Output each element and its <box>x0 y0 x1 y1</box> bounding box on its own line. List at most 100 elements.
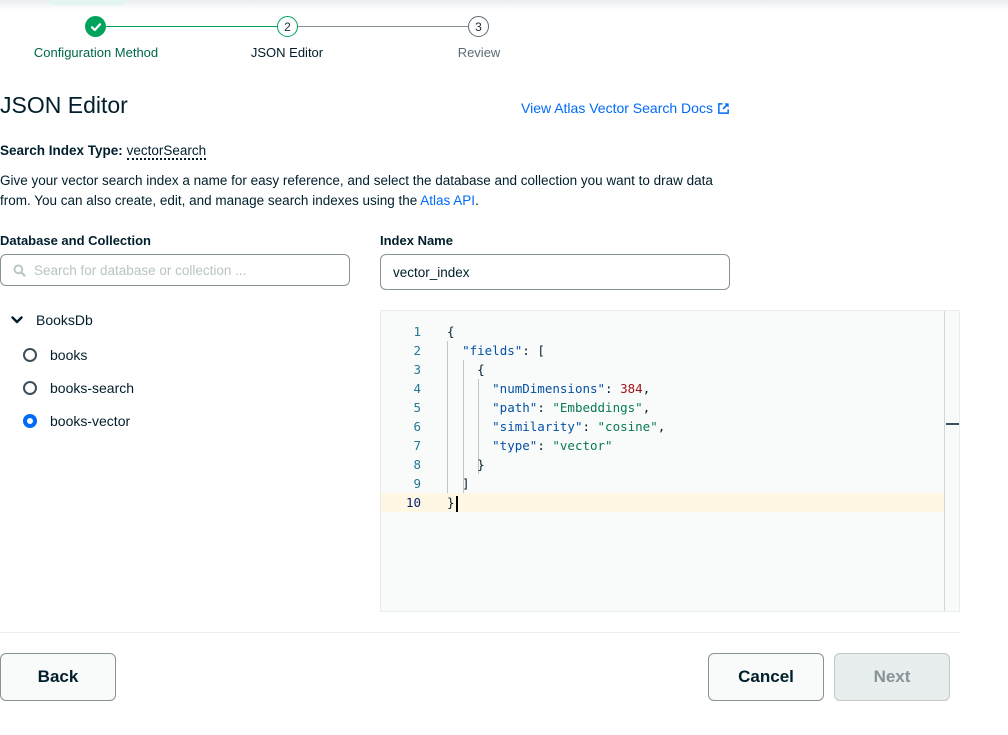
description-text: Give your vector search index a name for… <box>0 173 713 208</box>
description: Give your vector search index a name for… <box>0 171 740 211</box>
collection-name: books-vector <box>50 413 131 429</box>
code-token: : [ <box>522 343 545 358</box>
step-connector-upcoming <box>298 26 469 27</box>
line-content: ] <box>447 474 470 493</box>
index-type-value[interactable]: vectorSearch <box>126 143 207 160</box>
line-number: 8 <box>413 457 421 472</box>
index-type-label: Search Index Type: <box>0 143 123 158</box>
code-line[interactable]: 5 "path": "Embeddings", <box>381 398 945 417</box>
line-number: 2 <box>413 343 421 358</box>
line-content: "fields": [ <box>447 341 545 360</box>
collection-option[interactable]: books <box>23 347 87 363</box>
step-2-indicator: 2 <box>277 16 298 37</box>
collection-search-input[interactable] <box>34 262 334 278</box>
external-link-icon <box>718 102 729 114</box>
radio-button[interactable] <box>23 381 37 395</box>
code-token: "Embeddings" <box>552 400 643 415</box>
next-button[interactable]: Next <box>834 653 950 701</box>
checkmark-icon <box>90 22 101 31</box>
step-1-indicator <box>85 16 106 37</box>
editor-scrollbar[interactable] <box>944 311 959 611</box>
code-token: : <box>537 438 553 453</box>
code-line[interactable]: 1{ <box>381 322 945 341</box>
index-name-input[interactable] <box>393 255 713 289</box>
code-token: "cosine" <box>597 419 658 434</box>
code-line[interactable]: 4 "numDimensions": 384, <box>381 379 945 398</box>
database-collection-label: Database and Collection <box>0 233 151 248</box>
line-number: 6 <box>413 419 421 434</box>
top-shadow-bar <box>0 0 1008 10</box>
text-cursor <box>455 495 458 512</box>
back-button[interactable]: Back <box>0 653 116 701</box>
code-line[interactable]: 3 { <box>381 360 945 379</box>
collection-search-field[interactable] <box>0 254 350 286</box>
code-line[interactable]: 7 "type": "vector" <box>381 436 945 455</box>
page-title: JSON Editor <box>0 92 128 118</box>
search-icon <box>13 264 26 277</box>
line-content: } <box>447 455 485 474</box>
line-content: } <box>447 493 458 512</box>
line-number: 9 <box>413 476 421 491</box>
code-token: "similarity" <box>492 419 583 434</box>
code-line[interactable]: 2 "fields": [ <box>381 341 945 360</box>
database-name: BooksDb <box>36 312 93 328</box>
index-name-label: Index Name <box>380 233 453 248</box>
code-token: 384 <box>620 381 643 396</box>
line-number: 7 <box>413 438 421 453</box>
collection-name: books <box>50 347 88 363</box>
code-token: "fields" <box>462 343 523 358</box>
chevron-down-icon[interactable] <box>10 313 24 327</box>
json-code-editor[interactable]: 1{2 "fields": [3 {4 "numDimensions": 384… <box>380 310 960 612</box>
line-content: { <box>447 360 485 379</box>
line-content: { <box>447 322 455 341</box>
step-3-indicator: 3 <box>468 16 489 37</box>
line-content: "path": "Embeddings", <box>447 398 650 417</box>
step-connector-complete <box>96 26 287 27</box>
code-token: , <box>642 381 651 396</box>
code-line[interactable]: 9 ] <box>381 474 945 493</box>
top-tab-highlight <box>50 0 125 5</box>
step-2-label: JSON Editor <box>250 45 324 60</box>
code-token: { <box>447 324 455 339</box>
cancel-button[interactable]: Cancel <box>708 653 824 701</box>
code-line[interactable]: 6 "similarity": "cosine", <box>381 417 945 436</box>
footer-divider <box>0 632 960 633</box>
atlas-api-link[interactable]: Atlas API <box>420 193 475 208</box>
step-3-label: Review <box>457 45 501 60</box>
radio-button-selected[interactable] <box>23 414 37 428</box>
code-token: , <box>657 419 666 434</box>
collection-option[interactable]: books-search <box>23 380 134 396</box>
search-index-type: Search Index Type: vectorSearch <box>0 143 207 160</box>
code-token: "type" <box>492 438 538 453</box>
database-node[interactable]: BooksDb <box>10 312 93 328</box>
code-token: : <box>582 419 598 434</box>
line-number: 10 <box>405 495 421 510</box>
line-content: "type": "vector" <box>447 436 613 455</box>
radio-button[interactable] <box>23 348 37 362</box>
index-name-field[interactable] <box>380 254 730 290</box>
code-line[interactable]: 8 } <box>381 455 945 474</box>
wizard-stepper: 2 3 Configuration Method JSON Editor Rev… <box>0 14 600 64</box>
code-lines[interactable]: 1{2 "fields": [3 {4 "numDimensions": 384… <box>381 322 945 512</box>
line-number: 5 <box>413 400 421 415</box>
step-1-label: Configuration Method <box>33 45 159 60</box>
code-token: , <box>642 400 651 415</box>
line-number: 4 <box>413 381 421 396</box>
code-token: } <box>447 495 455 510</box>
code-token: "vector" <box>552 438 613 453</box>
collection-name: books-search <box>50 380 135 396</box>
docs-link-label: View Atlas Vector Search Docs <box>521 100 713 116</box>
code-line[interactable]: 10} <box>381 493 945 512</box>
code-token: : <box>605 381 621 396</box>
collection-option[interactable]: books-vector <box>23 413 130 429</box>
line-content: "numDimensions": 384, <box>447 379 650 398</box>
code-token: } <box>447 457 485 472</box>
line-content: "similarity": "cosine", <box>447 417 665 436</box>
code-token: ] <box>447 476 470 491</box>
code-token: "numDimensions" <box>492 381 606 396</box>
docs-link[interactable]: View Atlas Vector Search Docs <box>521 100 730 116</box>
